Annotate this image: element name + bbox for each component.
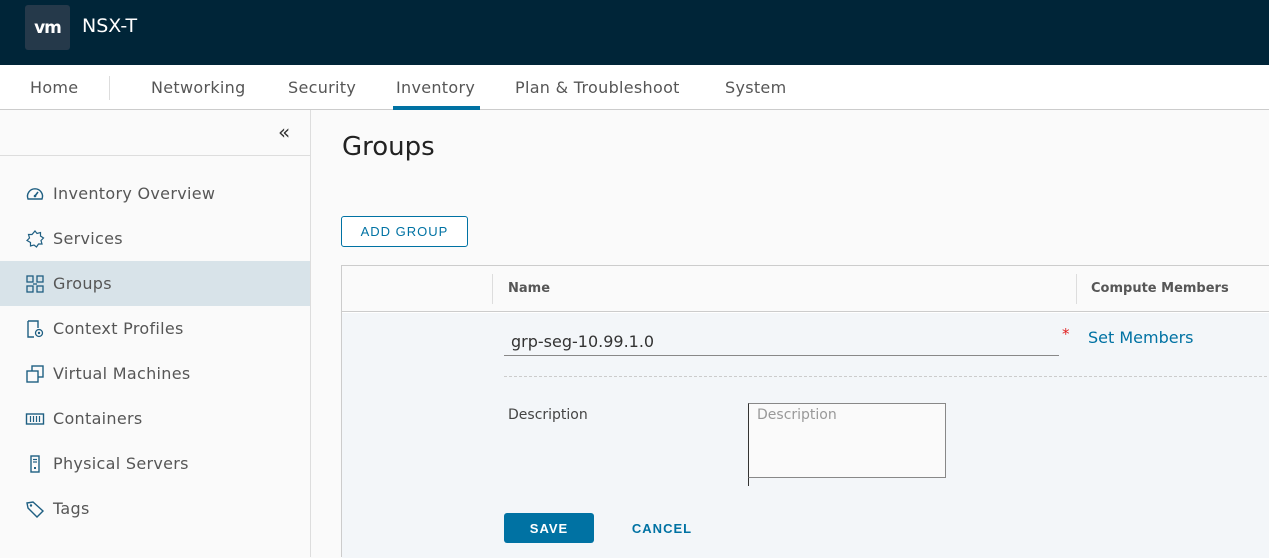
set-members-link[interactable]: Set Members [1088, 328, 1194, 347]
description-textarea[interactable] [748, 403, 946, 478]
collapse-sidebar-icon[interactable]: « [278, 120, 290, 144]
required-marker: * [1062, 325, 1070, 343]
sidebar-item-label: Groups [53, 274, 112, 293]
row-divider [504, 376, 1269, 377]
app-title: NSX-T [82, 15, 138, 37]
sidebar-item-label: Services [53, 229, 123, 248]
group-name-input[interactable] [504, 328, 1059, 356]
nav-tab-inventory[interactable]: Inventory [396, 78, 475, 97]
sidebar-item-virtual-machines[interactable]: Virtual Machines [0, 351, 310, 396]
column-resize-handle[interactable] [1076, 274, 1077, 304]
nav-tab-system[interactable]: System [725, 78, 786, 97]
save-button[interactable]: SAVE [504, 513, 594, 543]
page-title: Groups [342, 132, 435, 162]
add-group-button[interactable]: ADD GROUP [341, 216, 468, 247]
sidebar-item-label: Context Profiles [53, 319, 184, 338]
dashboard-icon [25, 184, 45, 204]
nav-tab-plan-troubleshoot[interactable]: Plan & Troubleshoot [515, 78, 680, 97]
edit-group-row: * Set Members Description SAVE CANCEL [342, 313, 1269, 558]
sidebar-item-label: Physical Servers [53, 454, 189, 473]
sidebar-item-label: Containers [53, 409, 143, 428]
vm-icon [25, 364, 45, 384]
description-label: Description [508, 407, 588, 423]
server-icon [25, 454, 45, 474]
sidebar-item-containers[interactable]: Containers [0, 396, 310, 441]
sidebar-item-context-profiles[interactable]: Context Profiles [0, 306, 310, 351]
sidebar-collapse-row: « [0, 110, 310, 156]
column-resize-handle[interactable] [492, 274, 493, 304]
sidebar-item-physical-servers[interactable]: Physical Servers [0, 441, 310, 486]
sidebar-item-label: Inventory Overview [53, 184, 216, 203]
context-profile-icon [25, 319, 45, 339]
nav-divider [109, 76, 110, 100]
cancel-button[interactable]: CANCEL [617, 513, 707, 543]
sidebar-item-services[interactable]: Services [0, 216, 310, 261]
tag-icon [25, 499, 45, 519]
column-header-name[interactable]: Name [508, 281, 550, 296]
gear-icon [25, 229, 45, 249]
text-cursor [748, 478, 749, 486]
app-header: vm NSX-T [0, 0, 1269, 65]
main-nav: Home Networking Security Inventory Plan … [0, 65, 1269, 110]
sidebar-item-inventory-overview[interactable]: Inventory Overview [0, 171, 310, 216]
groups-icon [25, 274, 45, 294]
column-header-compute-members[interactable]: Compute Members [1091, 281, 1229, 296]
sidebar: « Inventory Overview Services Groups Con… [0, 110, 311, 557]
vmware-logo[interactable]: vm [25, 5, 70, 50]
sidebar-item-groups[interactable]: Groups [0, 261, 310, 306]
grid-header: Name Compute Members [342, 266, 1269, 312]
sidebar-item-label: Tags [53, 499, 90, 518]
main-content: Groups ADD GROUP Name Compute Members * … [311, 110, 1269, 558]
nav-tab-networking[interactable]: Networking [151, 78, 246, 97]
nav-tab-security[interactable]: Security [288, 78, 356, 97]
container-icon [25, 409, 45, 429]
sidebar-item-label: Virtual Machines [53, 364, 191, 383]
groups-grid: Name Compute Members * Set Members Descr… [341, 265, 1269, 558]
nav-tab-home[interactable]: Home [30, 78, 78, 97]
sidebar-item-tags[interactable]: Tags [0, 486, 310, 531]
